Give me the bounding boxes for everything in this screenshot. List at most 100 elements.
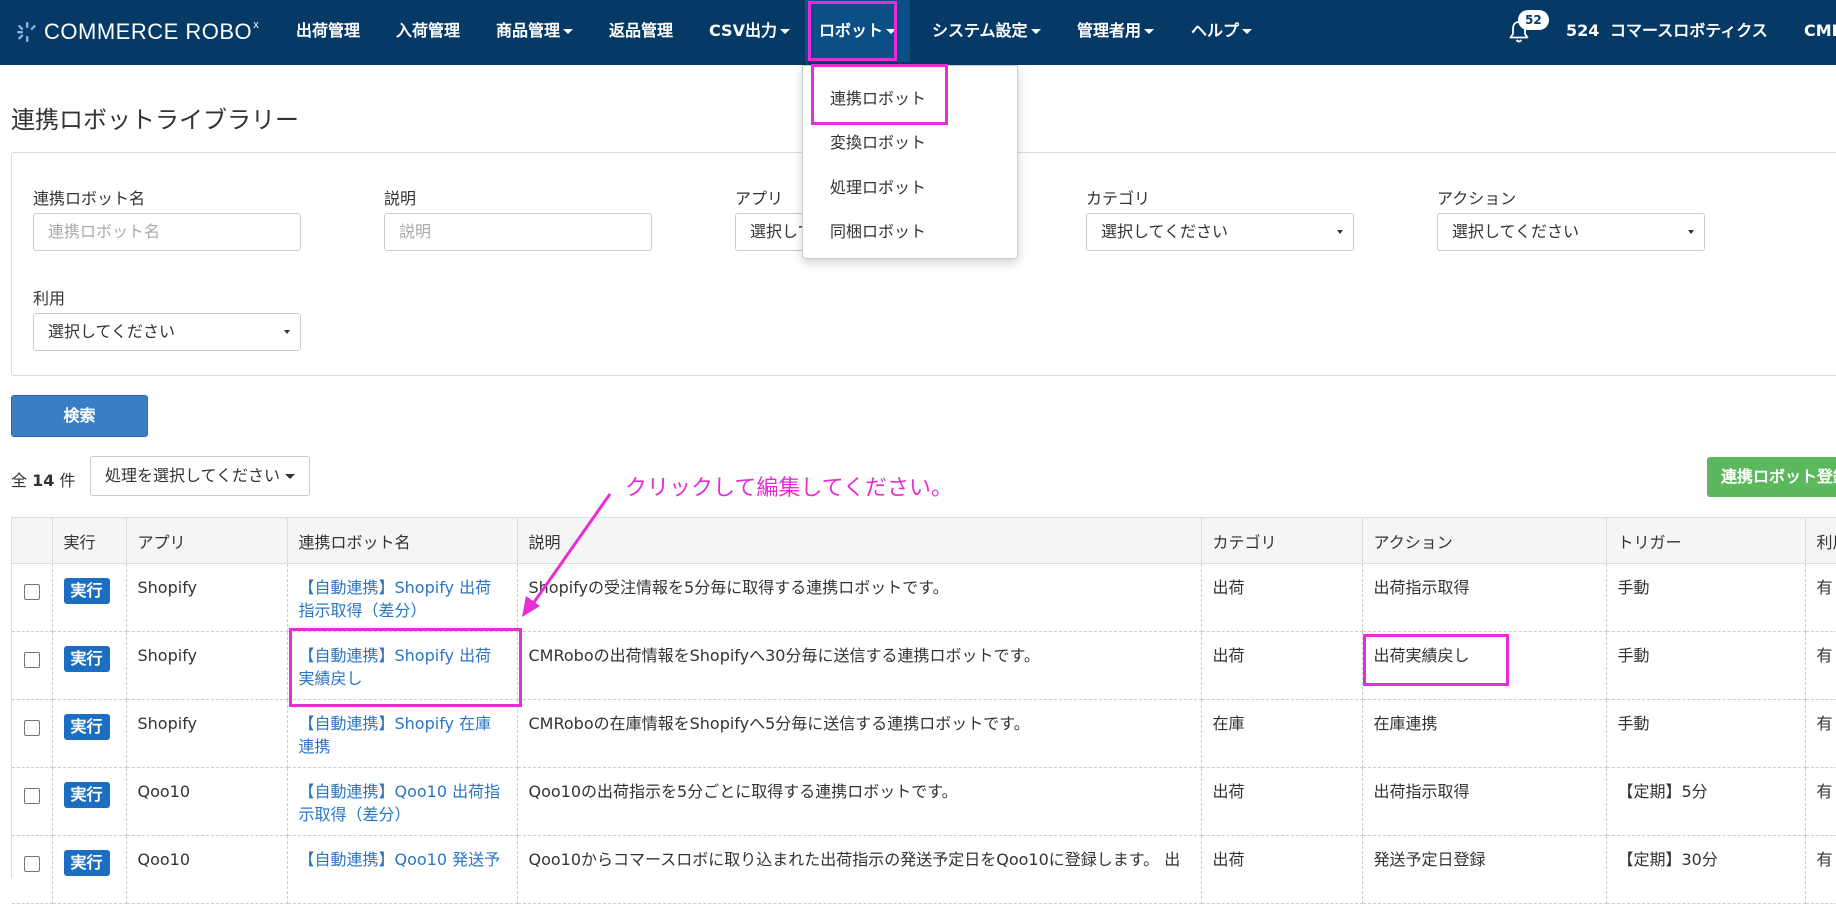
action-select-value: 選択してください: [1452, 222, 1580, 241]
category-cell: 出荷: [1201, 631, 1363, 700]
row-select-cell: [12, 631, 53, 700]
app-cell: Shopify: [126, 563, 288, 632]
usage-label: 利用: [33, 289, 66, 308]
robot-name-input[interactable]: 連携ロボット名: [33, 213, 301, 251]
bulk-action-select[interactable]: 処理を選択してください: [90, 456, 310, 496]
row-select-cell: [12, 699, 53, 768]
menu-item-bundle-robot[interactable]: 同梱ロボット: [830, 218, 926, 242]
app-cell: Qoo10: [126, 767, 288, 836]
run-cell: 実行: [52, 699, 127, 768]
row-select-cell: [12, 767, 53, 836]
nav-csv-export-label: CSV出力: [709, 21, 777, 40]
usage-cell: 有: [1805, 631, 1836, 700]
category-label: カテゴリ: [1086, 189, 1151, 208]
row-checkbox[interactable]: [23, 584, 40, 600]
result-count-suffix: 件: [59, 471, 76, 490]
run-button[interactable]: 実行: [63, 646, 110, 672]
app-cell: Qoo10: [126, 835, 288, 904]
highlight-box-robot-menu: [808, 1, 897, 61]
robot-name-link[interactable]: 【自動連携】Qoo10 出荷指示取得（差分）: [287, 767, 518, 836]
top-navbar: COMMERCE ROBOx 出荷管理 入荷管理 商品管理 返品管理 CSV出力…: [0, 0, 1836, 65]
chevron-down-icon: [563, 29, 574, 34]
action-cell: 出荷指示取得: [1362, 563, 1607, 632]
header-robot-name[interactable]: 連携ロボット名: [287, 518, 518, 564]
table-row: 実行 Qoo10 【自動連携】Qoo10 出荷指示取得（差分） Qoo10の出荷…: [12, 767, 1836, 836]
chevron-down-icon: [1337, 230, 1343, 234]
usage-select-value: 選択してください: [48, 322, 176, 341]
run-cell: 実行: [52, 835, 127, 904]
header-app[interactable]: アプリ: [126, 518, 288, 564]
table-row: 実行 Shopify 【自動連携】Shopify 出荷指示取得（差分） Shop…: [12, 563, 1836, 632]
action-cell: 発送予定日登録: [1362, 835, 1607, 904]
run-cell: 実行: [52, 563, 127, 632]
run-cell: 実行: [52, 631, 127, 700]
nav-returns-label: 返品管理: [609, 21, 674, 40]
menu-item-conversion-robot[interactable]: 変換ロボット: [830, 129, 926, 153]
highlight-box-integration-robot: [811, 64, 948, 125]
nav-shipping-label: 出荷管理: [296, 21, 361, 40]
nav-returns[interactable]: 返品管理: [609, 0, 673, 62]
usage-cell: 有: [1805, 563, 1836, 632]
description-cell: CMRoboの在庫情報をShopifyへ5分毎に送信する連携ロボットです。: [517, 699, 1202, 768]
usage-cell: 有: [1805, 699, 1836, 768]
nav-system-settings-label: システム設定: [932, 21, 1028, 40]
result-count: 全 14 件: [11, 467, 75, 491]
chevron-down-icon: [1030, 29, 1041, 34]
category-cell: 在庫: [1201, 699, 1363, 768]
chevron-down-icon: [1688, 230, 1694, 234]
row-checkbox[interactable]: [23, 856, 40, 872]
chevron-down-icon: [285, 474, 296, 479]
register-robot-button[interactable]: 連携ロボット登録: [1707, 457, 1836, 497]
nav-products[interactable]: 商品管理: [496, 0, 574, 62]
run-button[interactable]: 実行: [63, 578, 110, 604]
nav-receiving[interactable]: 入荷管理: [396, 0, 460, 62]
robot-name-link[interactable]: 【自動連携】Qoo10 発送予: [287, 835, 518, 904]
row-select-cell: [12, 835, 53, 904]
robot-name-label: 連携ロボット名: [33, 189, 146, 208]
nav-products-label: 商品管理: [496, 21, 561, 40]
action-select[interactable]: 選択してください: [1437, 213, 1705, 251]
user-menu[interactable]: CMR: [1804, 0, 1836, 62]
nav-system-settings[interactable]: システム設定: [932, 0, 1041, 62]
brand-logo[interactable]: COMMERCE ROBOx: [16, 16, 259, 48]
chevron-down-icon: [1144, 29, 1155, 34]
nav-help[interactable]: ヘルプ: [1191, 0, 1253, 62]
table-row: 実行 Shopify 【自動連携】Shopify 出荷実績戻し CMRoboの出…: [12, 631, 1836, 700]
app-label: アプリ: [735, 189, 784, 208]
header-description[interactable]: 説明: [517, 518, 1202, 564]
category-select-value: 選択してください: [1101, 222, 1229, 241]
brand-mark: x: [253, 19, 260, 31]
usage-cell: 有: [1805, 767, 1836, 836]
header-usage[interactable]: 利用: [1805, 518, 1836, 564]
run-button[interactable]: 実行: [63, 782, 110, 808]
nav-admin[interactable]: 管理者用: [1077, 0, 1155, 62]
row-checkbox[interactable]: [23, 788, 40, 804]
table-header-row: 実行 アプリ 連携ロボット名 説明 カテゴリ アクション トリガー 利用: [12, 518, 1836, 564]
description-cell: Qoo10の出荷指示を5分ごとに取得する連携ロボットです。: [517, 767, 1202, 836]
header-category[interactable]: カテゴリ: [1201, 518, 1363, 564]
description-cell: CMRoboの出荷情報をShopifyへ30分毎に送信する連携ロボットです。: [517, 631, 1202, 700]
usage-select[interactable]: 選択してください: [33, 313, 301, 351]
search-button[interactable]: 検索: [11, 395, 148, 437]
company-name[interactable]: コマースロボティクス: [1610, 0, 1768, 62]
app-cell: Shopify: [126, 631, 288, 700]
robot-name-link[interactable]: 【自動連携】Shopify 出荷指示取得（差分）: [287, 563, 518, 632]
row-checkbox[interactable]: [23, 720, 40, 736]
nav-csv-export[interactable]: CSV出力: [709, 0, 790, 62]
row-checkbox[interactable]: [23, 652, 40, 668]
header-checkbox: [12, 518, 53, 564]
header-trigger[interactable]: トリガー: [1606, 518, 1806, 564]
header-action[interactable]: アクション: [1362, 518, 1607, 564]
run-cell: 実行: [52, 767, 127, 836]
run-button[interactable]: 実行: [63, 850, 110, 876]
nav-admin-label: 管理者用: [1077, 21, 1142, 40]
trigger-cell: 手動: [1606, 631, 1806, 700]
menu-item-process-robot[interactable]: 処理ロボット: [830, 174, 926, 198]
category-select[interactable]: 選択してください: [1086, 213, 1354, 251]
run-button[interactable]: 実行: [63, 714, 110, 740]
description-input[interactable]: 説明: [384, 213, 652, 251]
robot-name-link[interactable]: 【自動連携】Shopify 在庫連携: [287, 699, 518, 768]
action-cell: 出荷指示取得: [1362, 767, 1607, 836]
chevron-down-icon: [284, 330, 290, 334]
nav-shipping[interactable]: 出荷管理: [296, 0, 360, 62]
